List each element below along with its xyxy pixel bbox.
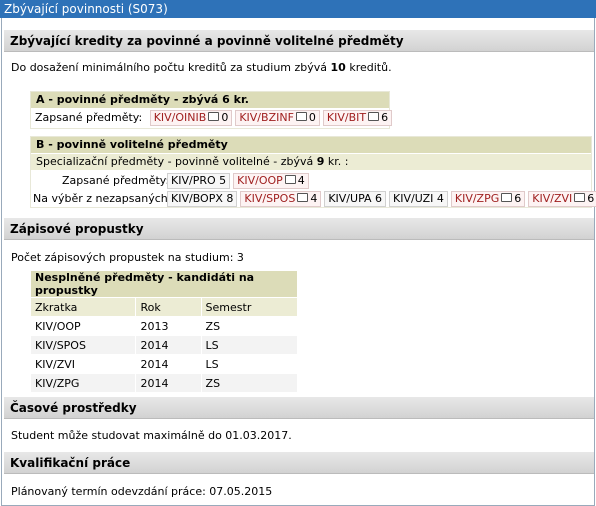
course-chip[interactable]: KIV/BIT 6 <box>322 110 393 126</box>
course-credits: 5 <box>219 174 227 187</box>
course-credits: 4 <box>297 174 305 187</box>
cell-year: 2013 <box>135 316 202 336</box>
cell-code: KIV/ZPG <box>29 373 137 393</box>
course-chip[interactable]: KIV/UPA 6 <box>324 191 387 207</box>
course-chip[interactable]: KIV/ZVI 6 <box>528 191 596 207</box>
group-b-subtitle-suffix: kr. : <box>324 155 349 168</box>
course-code[interactable]: KIV/OINIB <box>154 111 207 124</box>
time-text: Student může studovat maximálně do 01.03… <box>11 429 292 442</box>
group-a-title: A - povinné předměty - zbývá 6 kr. <box>31 92 389 109</box>
cell-year: 2014 <box>135 354 202 374</box>
group-a-box: A - povinné předměty - zbývá 6 kr. Zapsa… <box>30 91 393 129</box>
time-heading: Časové prostředky <box>4 397 594 419</box>
table-row: KIV/SPOS 2014 LS <box>29 335 299 355</box>
group-b-enrolled-label: Zapsané předměty: <box>62 174 170 187</box>
group-b-title: B - povinně volitelné předměty <box>31 137 591 154</box>
group-b-subtitle-prefix: Specializační předměty - povinně volitel… <box>36 155 317 168</box>
comment-icon[interactable] <box>574 193 586 202</box>
course-chip[interactable]: KIV/PRO 5 <box>167 173 231 189</box>
comment-icon[interactable] <box>297 193 309 202</box>
passes-table: Nesplněné předměty - kandidáti na propus… <box>29 270 299 393</box>
credits-summary-prefix: Do dosažení minimálního počtu kreditů za… <box>11 61 331 74</box>
cell-code: KIV/OOP <box>29 316 137 336</box>
course-code[interactable]: KIV/SPOS <box>244 192 295 205</box>
comment-icon[interactable] <box>208 112 220 121</box>
comment-icon[interactable] <box>368 112 380 121</box>
course-code[interactable]: KIV/UZI <box>393 192 433 205</box>
group-a-enrolled-label: Zapsané předměty: <box>35 111 143 124</box>
thesis-heading: Kvalifikační práce <box>4 452 594 474</box>
course-code[interactable]: KIV/BZINF <box>239 111 294 124</box>
passes-count: Počet zápisových propustek na studium: 3 <box>11 251 244 264</box>
group-b-subtitle: Specializační předměty - povinně volitel… <box>31 154 591 170</box>
course-code[interactable]: KIV/ZVI <box>532 192 572 205</box>
course-credits: 4 <box>436 192 444 205</box>
course-credits: 4 <box>310 192 318 205</box>
course-credits: 6 <box>375 192 383 205</box>
course-code[interactable]: KIV/UPA <box>328 192 371 205</box>
cell-code: KIV/ZVI <box>29 354 137 374</box>
thesis-text: Plánovaný termín odevzdání práce: 07.05.… <box>11 485 273 498</box>
comment-icon[interactable] <box>284 175 296 184</box>
comment-icon[interactable] <box>295 112 307 121</box>
course-chip[interactable]: KIV/ZPG 6 <box>450 191 526 207</box>
cell-year: 2014 <box>135 373 202 393</box>
cell-year: 2014 <box>135 335 202 355</box>
course-chip[interactable]: KIV/OOP 4 <box>233 173 309 189</box>
group-b-box: B - povinně volitelné předměty Specializ… <box>30 136 596 208</box>
course-code[interactable]: KIV/PRO <box>171 174 216 187</box>
course-code[interactable]: KIV/BOPX <box>171 192 223 205</box>
course-credits: 0 <box>221 111 229 124</box>
credits-summary-suffix: kreditů. <box>345 61 392 74</box>
group-b-choice-label: Na výběr z nezapsaných: <box>33 192 172 205</box>
course-code[interactable]: KIV/ZPG <box>455 192 499 205</box>
course-code[interactable]: KIV/BIT <box>327 111 366 124</box>
window-title: Zbývající povinnosti (S073) <box>0 0 596 18</box>
course-chip[interactable]: KIV/BOPX 8 <box>167 191 238 207</box>
cell-semester: LS <box>200 354 299 374</box>
cell-semester: LS <box>200 335 299 355</box>
passes-table-title: Nesplněné předměty - kandidáti na propus… <box>30 270 298 298</box>
course-credits: 6 <box>514 192 522 205</box>
cell-semester: ZS <box>200 373 299 393</box>
table-row: KIV/ZPG 2014 ZS <box>29 373 299 393</box>
comment-icon[interactable] <box>501 193 513 202</box>
col-zkratka: Zkratka <box>29 297 137 317</box>
course-credits: 8 <box>226 192 234 205</box>
course-credits: 0 <box>308 111 316 124</box>
group-b-enrolled-row: Zapsané předměty: <box>62 173 169 189</box>
table-row: KIV/ZVI 2014 LS <box>29 354 299 374</box>
credits-heading: Zbývající kredity za povinné a povinně v… <box>4 30 594 52</box>
group-b-choice-row: Na výběr z nezapsaných: <box>33 191 171 207</box>
course-code[interactable]: KIV/OOP <box>237 174 283 187</box>
course-credits: 6 <box>381 111 389 124</box>
cell-semester: ZS <box>200 316 299 336</box>
col-rok: Rok <box>135 297 202 317</box>
course-credits: 6 <box>587 192 595 205</box>
credits-summary-value: 10 <box>330 61 346 74</box>
passes-heading: Zápisové propustky <box>4 218 594 240</box>
course-chip[interactable]: KIV/UZI 4 <box>389 191 448 207</box>
cell-code: KIV/SPOS <box>29 335 137 355</box>
course-chip[interactable]: KIV/SPOS 4 <box>240 191 322 207</box>
course-chip[interactable]: KIV/OINIB 0 <box>149 110 233 126</box>
group-a-enrolled-row: Zapsané předměty: KIV/OINIB 0 KIV/BZINF 0 KI… <box>35 110 395 126</box>
col-semestr: Semestr <box>200 297 299 317</box>
course-chip[interactable]: KIV/BZINF 0 <box>235 110 320 126</box>
credits-summary: Do dosažení minimálního počtu kreditů za… <box>11 61 392 74</box>
table-row: KIV/OOP 2013 ZS <box>29 316 299 336</box>
